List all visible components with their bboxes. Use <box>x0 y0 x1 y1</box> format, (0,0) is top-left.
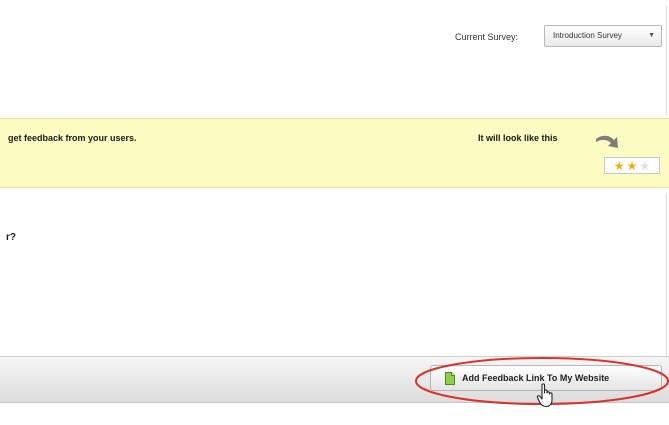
survey-header-panel: Current Survey: Introduction Survey ▼ <box>0 6 667 114</box>
banner-message: get feedback from your users. <box>8 133 137 143</box>
question-text: r? <box>6 232 16 243</box>
page: Current Survey: Introduction Survey ▼ ge… <box>0 0 669 425</box>
add-feedback-link-button[interactable]: Add Feedback Link To My Website <box>430 365 662 391</box>
preview-label: It will look like this <box>478 133 558 143</box>
add-feedback-link-label: Add Feedback Link To My Website <box>462 373 610 383</box>
curved-arrow-icon <box>596 135 618 148</box>
chevron-down-icon: ▼ <box>648 32 655 39</box>
survey-select-value: Introduction Survey <box>553 31 622 40</box>
rating-preview-widget: ★ ★ ★ <box>604 157 660 174</box>
star-icon: ★ <box>613 158 625 173</box>
current-survey-label: Current Survey: <box>455 32 519 42</box>
document-icon <box>445 371 455 385</box>
star-icon: ★ <box>639 158 651 173</box>
survey-select[interactable]: Introduction Survey ▼ <box>544 25 662 47</box>
survey-question-area: r? <box>0 194 667 356</box>
feedback-banner: get feedback from your users. It will lo… <box>0 118 669 188</box>
footer-toolbar: Add Feedback Link To My Website <box>0 356 669 403</box>
star-icon: ★ <box>626 158 638 173</box>
